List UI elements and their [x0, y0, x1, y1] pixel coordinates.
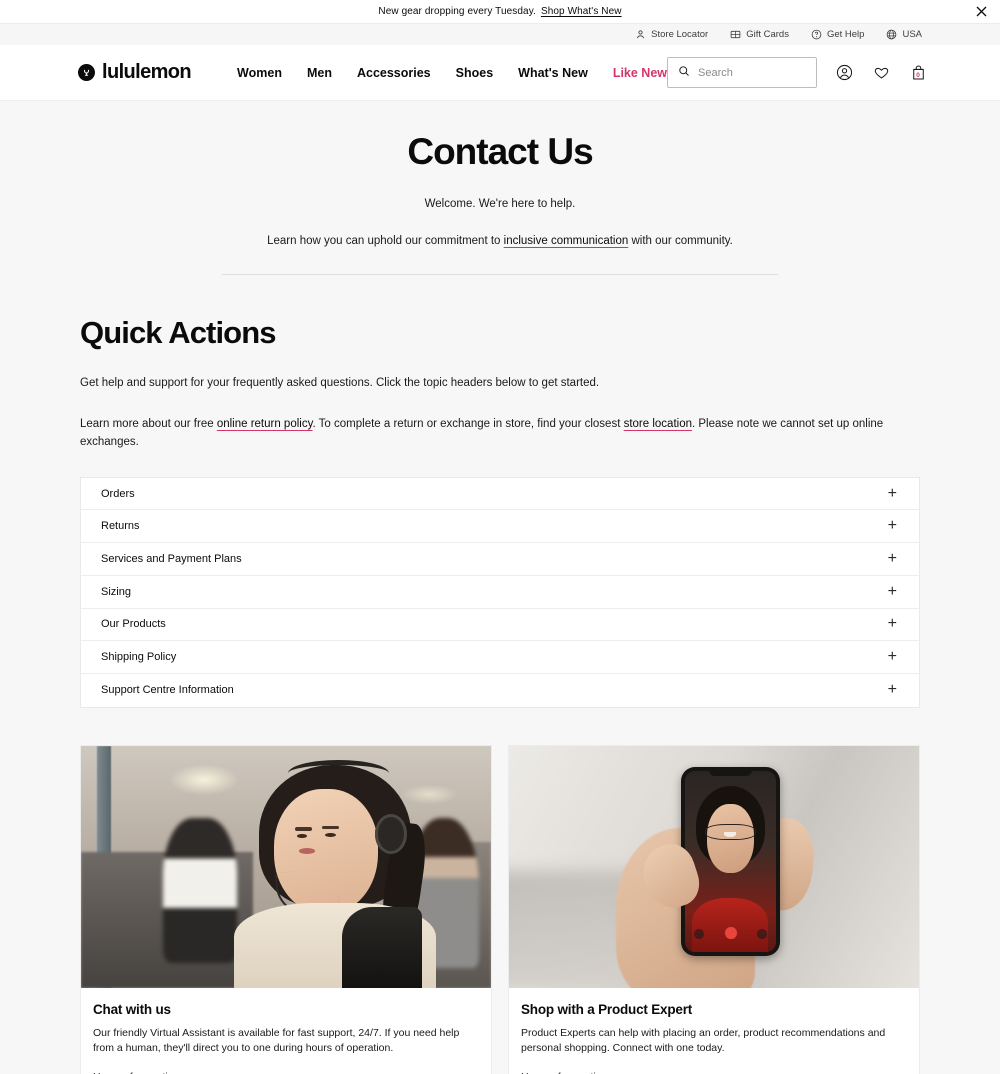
- utility-nav: Store Locator Gift Cards Get Help USA: [0, 23, 1000, 45]
- support-agent-with-headset-photo: [81, 745, 491, 988]
- accordion-row-shipping-policy[interactable]: Shipping Policy +: [81, 641, 919, 674]
- accordion-row-services-and-payment-plans[interactable]: Services and Payment Plans +: [81, 543, 919, 576]
- accordion-row-support-centre-information[interactable]: Support Centre Information +: [81, 674, 919, 707]
- quick-actions-title: Quick Actions: [80, 315, 276, 350]
- hero-section: Contact Us Welcome. We're here to help. …: [0, 101, 1000, 275]
- hero-divider: [222, 274, 778, 275]
- contact-cards: Chat with us Our friendly Virtual Assist…: [80, 744, 920, 1074]
- nav-link-shoes[interactable]: Shoes: [456, 66, 494, 80]
- hero-note-prefix: Learn how you can uphold our commitment …: [267, 235, 504, 247]
- nav-link-women[interactable]: Women: [237, 66, 282, 80]
- card-title: Shop with a Product Expert: [521, 1001, 693, 1017]
- nav-link-accessories[interactable]: Accessories: [357, 66, 431, 80]
- accordion-label: Our Products: [101, 618, 166, 631]
- utility-item-get-help[interactable]: Get Help: [811, 29, 865, 40]
- brand-home-link[interactable]: lululemon: [78, 61, 192, 84]
- nav-link-men[interactable]: Men: [307, 66, 332, 80]
- gift-card-icon: [730, 29, 741, 40]
- utility-item-label: Gift Cards: [746, 29, 789, 40]
- main-content: Quick Actions Get help and support for y…: [0, 315, 1000, 1074]
- plus-icon[interactable]: +: [888, 682, 897, 698]
- accordion-label: Support Centre Information: [101, 684, 234, 697]
- inclusive-communication-link[interactable]: inclusive communication: [504, 235, 629, 247]
- card-shop-with-a-product-expert[interactable]: Shop with a Product Expert Product Exper…: [508, 744, 920, 1074]
- paragraph-2-part-2: . To complete a return or exchange in st…: [312, 418, 624, 431]
- quick-actions-paragraph-2: Learn more about our free online return …: [80, 416, 920, 451]
- utility-item-label: Store Locator: [651, 29, 709, 40]
- close-icon[interactable]: [974, 5, 988, 19]
- nav-link-whats-new[interactable]: What's New: [518, 66, 588, 80]
- header-actions: 0: [667, 57, 928, 88]
- hours-heading: Hours of operation: [521, 1070, 907, 1074]
- online-return-policy-link[interactable]: online return policy: [217, 418, 313, 430]
- question-circle-icon: [811, 29, 822, 40]
- card-chat-with-us[interactable]: Chat with us Our friendly Virtual Assist…: [80, 744, 492, 1074]
- card-description: Our friendly Virtual Assistant is availa…: [93, 1026, 460, 1054]
- plus-icon[interactable]: +: [888, 518, 897, 534]
- search-input[interactable]: [698, 66, 806, 79]
- hero-note-suffix: with our community.: [628, 235, 733, 247]
- search-box[interactable]: [667, 57, 817, 88]
- card-body: Chat with us Our friendly Virtual Assist…: [81, 988, 491, 1074]
- utility-item-store-locator[interactable]: Store Locator: [635, 29, 708, 40]
- card-title: Chat with us: [93, 1001, 171, 1017]
- promo-banner: New gear dropping every Tuesday. Shop Wh…: [0, 0, 1000, 23]
- quick-actions-paragraph-1: Get help and support for your frequently…: [80, 377, 600, 389]
- account-icon[interactable]: [834, 63, 854, 83]
- utility-item-gift-cards[interactable]: Gift Cards: [730, 29, 789, 40]
- promo-banner-link[interactable]: Shop What's New: [541, 6, 622, 17]
- hero-subtitle: Welcome. We're here to help.: [424, 198, 576, 210]
- promo-banner-text: New gear dropping every Tuesday.: [378, 6, 536, 17]
- store-location-link[interactable]: store location: [624, 418, 692, 430]
- accordion-row-orders[interactable]: Orders +: [81, 478, 919, 511]
- accordion-row-returns[interactable]: Returns +: [81, 510, 919, 544]
- search-icon: [678, 64, 690, 82]
- page-title: Contact Us: [407, 131, 593, 172]
- hours-heading: Hours of operation: [93, 1070, 479, 1074]
- utility-item-region[interactable]: USA: [886, 29, 922, 40]
- card-hours: Hours of operation 6am – 6pm PT on weekd…: [521, 1070, 907, 1074]
- hero-note: Learn how you can uphold our commitment …: [0, 235, 1000, 247]
- lululemon-logo-icon: [78, 64, 95, 81]
- site-header: lululemon Women Men Accessories Shoes Wh…: [0, 45, 1000, 101]
- accordion-row-our-products[interactable]: Our Products +: [81, 609, 919, 642]
- accordion-label: Sizing: [101, 585, 131, 598]
- heart-icon[interactable]: [871, 63, 891, 83]
- nav-link-like-new[interactable]: Like New: [613, 66, 667, 80]
- card-description: Product Experts can help with placing an…: [521, 1026, 886, 1054]
- plus-icon[interactable]: +: [888, 616, 897, 632]
- store-locator-icon: [635, 29, 646, 40]
- hand-holding-phone-video-call-photo: [509, 745, 919, 988]
- card-body: Shop with a Product Expert Product Exper…: [509, 988, 919, 1074]
- utility-item-label: USA: [902, 29, 922, 40]
- plus-icon[interactable]: +: [888, 485, 897, 502]
- accordion-label: Returns: [101, 520, 140, 533]
- accordion-row-sizing[interactable]: Sizing +: [81, 576, 919, 609]
- accordion-label: Orders: [101, 487, 135, 500]
- plus-icon[interactable]: +: [888, 649, 897, 665]
- card-hours: Hours of operation 5am – 9pm PT on weekd…: [93, 1070, 479, 1074]
- brand-name: lululemon: [102, 61, 192, 83]
- shopping-bag-icon[interactable]: 0: [908, 63, 928, 83]
- utility-item-label: Get Help: [826, 29, 865, 40]
- plus-icon[interactable]: +: [888, 583, 897, 600]
- plus-icon[interactable]: +: [888, 550, 897, 567]
- main-nav: Women Men Accessories Shoes What's New L…: [237, 66, 667, 80]
- accordion-label: Shipping Policy: [101, 651, 177, 664]
- globe-icon: [886, 29, 897, 40]
- accordion-label: Services and Payment Plans: [101, 552, 242, 565]
- quick-actions-accordion: Orders + Returns + Services and Payment …: [80, 476, 920, 708]
- paragraph-2-part-1: Learn more about our free: [80, 418, 217, 431]
